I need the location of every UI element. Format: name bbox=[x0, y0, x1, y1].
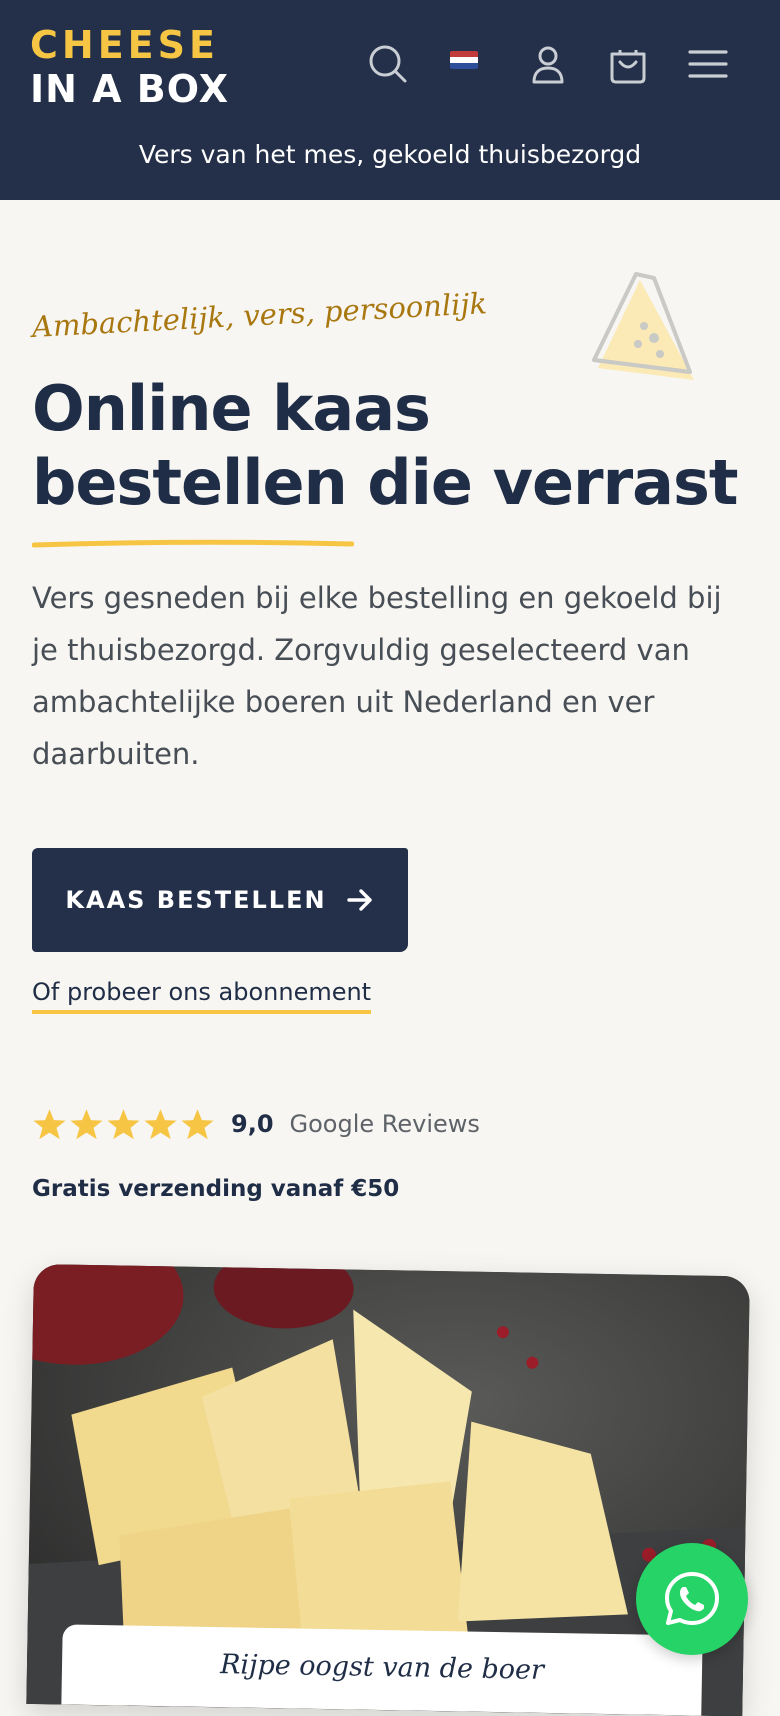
photo-caption: Rijpe oogst van de boer bbox=[61, 1624, 703, 1716]
star-icon bbox=[144, 1108, 177, 1139]
free-shipping-note: Gratis verzending vanaf €50 bbox=[32, 1176, 400, 1202]
title-underline bbox=[32, 539, 354, 548]
order-cheese-button-label: KAAS BESTELLEN bbox=[65, 886, 327, 914]
language-flag-nl[interactable] bbox=[450, 51, 478, 69]
account-icon[interactable] bbox=[526, 42, 570, 86]
brand-logo-line1: CHEESE bbox=[30, 23, 219, 67]
site-header: CHEESE IN A BOX Vers van het mes, gekoel… bbox=[0, 0, 780, 200]
rating-score: 9,0 bbox=[231, 1110, 274, 1138]
search-icon[interactable] bbox=[366, 42, 410, 86]
google-rating: 9,0 Google Reviews bbox=[32, 1104, 480, 1144]
hero-kicker: Ambachtelijk, vers, persoonlijk bbox=[31, 286, 488, 344]
brand-logo[interactable]: CHEESE IN A BOX bbox=[30, 26, 229, 108]
star-icon bbox=[33, 1108, 66, 1139]
hero-title: Online kaas bestellen die verrast bbox=[32, 372, 739, 519]
order-cheese-button[interactable]: KAAS BESTELLEN bbox=[32, 848, 408, 952]
star-icon bbox=[181, 1108, 214, 1139]
whatsapp-chat-button[interactable] bbox=[636, 1543, 748, 1655]
subscription-link[interactable]: Of probeer ons abonnement bbox=[32, 978, 372, 1014]
header-tagline: Vers van het mes, gekoeld thuisbezorgd bbox=[138, 140, 642, 169]
brand-logo-line2: IN A BOX bbox=[30, 67, 230, 111]
star-icon bbox=[107, 1108, 140, 1139]
arrow-right-icon bbox=[346, 889, 372, 911]
photo-caption-text: Rijpe oogst van de boer bbox=[219, 1649, 545, 1686]
rating-stars bbox=[32, 1107, 215, 1142]
rating-source: Google Reviews bbox=[289, 1110, 480, 1138]
whatsapp-icon bbox=[665, 1572, 719, 1625]
menu-icon[interactable] bbox=[686, 42, 730, 86]
cart-icon[interactable] bbox=[606, 42, 650, 86]
hero-description: Vers gesneden bij elke bestelling en gek… bbox=[32, 581, 722, 771]
star-icon bbox=[70, 1108, 103, 1139]
